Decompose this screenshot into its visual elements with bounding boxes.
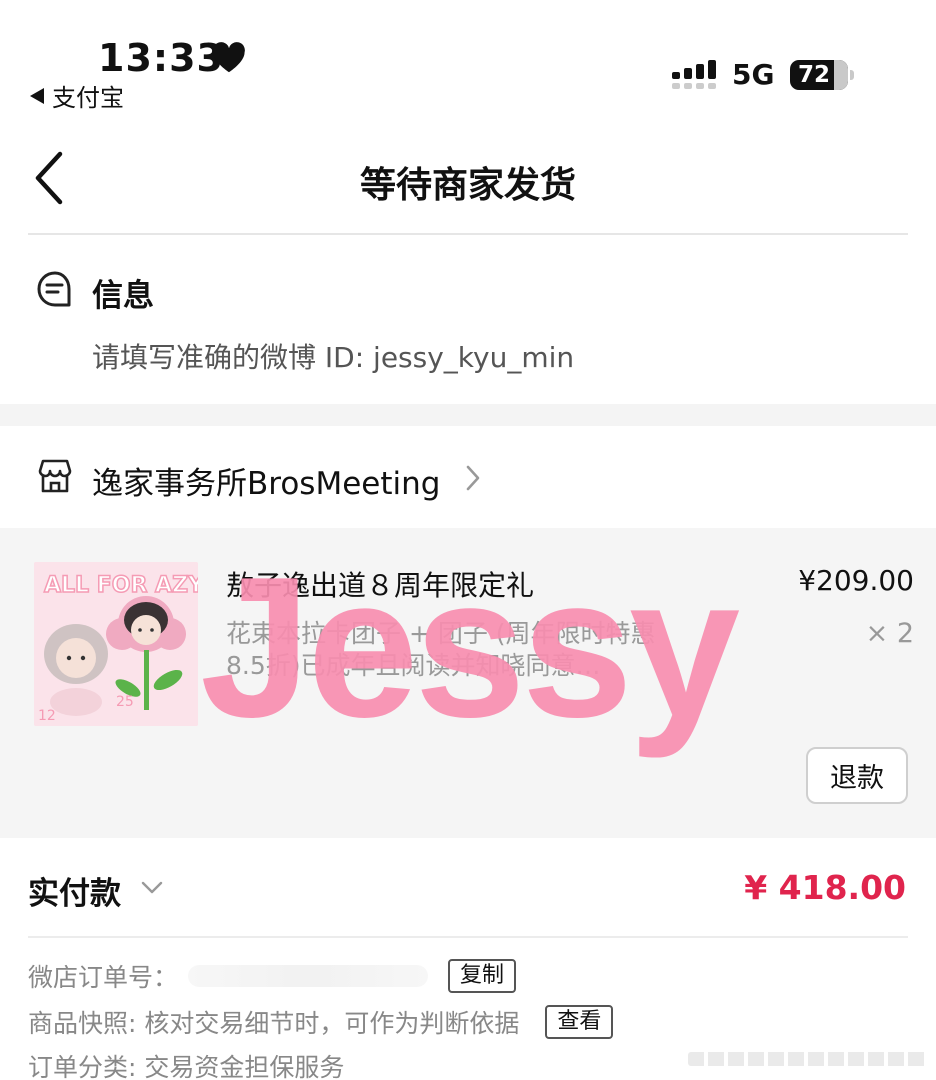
message-icon [37, 271, 71, 307]
product-description: 花束本拉卡团子 + 团子 (周年限时特惠8.5折)已成年且阅读并知晓同意… [226, 619, 656, 680]
thumb-number-left: 12 [38, 708, 56, 724]
product-thumbnail[interactable]: ALL FOR AZY 12 25 [34, 562, 198, 726]
nav-divider [28, 233, 908, 235]
product-price: ¥209.00 [798, 564, 914, 597]
order-category-row: 订单分类: 交易资金担保服务 [28, 1048, 344, 1080]
shop-row[interactable]: 逸家事务所BrosMeeting [0, 426, 936, 528]
payment-amount: ¥ 418.00 [744, 868, 906, 907]
payment-row[interactable]: 实付款 ¥ 418.00 [0, 838, 936, 938]
back-app-label: 支付宝 [52, 84, 124, 112]
order-number-row: 微店订单号： 复制 [28, 958, 517, 994]
signal-icon [672, 60, 716, 89]
shop-name: 逸家事务所BrosMeeting [92, 466, 441, 502]
thumb-number-right: 25 [116, 694, 134, 710]
status-bar: 13:33 支付宝 5G 72 [0, 0, 936, 120]
battery-empty-portion [834, 60, 848, 90]
product-image: ALL FOR AZY 12 25 [34, 562, 198, 726]
network-type: 5G [732, 58, 775, 91]
status-time: 13:33 [98, 36, 224, 80]
info-text: 请填写准确的微博 ID: jessy_kyu_min [92, 341, 575, 374]
back-to-app-link[interactable]: 支付宝 [30, 78, 124, 113]
info-title: 信息 [92, 278, 154, 314]
battery-nub [850, 70, 854, 80]
payment-divider [28, 936, 908, 938]
refund-button[interactable]: 退款 [806, 747, 908, 804]
snapshot-row: 商品快照: 核对交易细节时，可作为判断依据 查看 [28, 1004, 614, 1040]
nav-bar: 等待商家发货 [0, 122, 936, 234]
info-section: 信息 请填写准确的微博 ID: jessy_kyu_min [0, 236, 936, 404]
back-triangle-icon [30, 87, 44, 104]
thumb-top-text: ALL FOR AZY [44, 573, 198, 598]
chevron-down-icon[interactable] [140, 880, 164, 896]
product-card: ALL FOR AZY 12 25 敖子逸出道８周年限定礼 花束本拉卡团子 + … [0, 528, 936, 838]
payment-label: 实付款 [28, 876, 121, 912]
heart-icon [213, 42, 245, 73]
order-number-redacted [188, 965, 429, 987]
order-category-label: 订单分类: 交易资金担保服务 [28, 1053, 345, 1080]
snapshot-label: 商品快照: 核对交易细节时，可作为判断依据 [28, 1009, 520, 1038]
blurred-overlay [688, 1052, 928, 1066]
chevron-right-icon [466, 465, 480, 491]
section-gap [0, 404, 936, 426]
store-icon [38, 459, 72, 493]
order-number-label: 微店订单号： [28, 963, 179, 992]
product-quantity: × 2 [865, 618, 914, 649]
battery-indicator: 72 [790, 60, 848, 90]
copy-button[interactable]: 复制 [448, 959, 517, 993]
battery-level: 72 [798, 62, 831, 88]
page-title: 等待商家发货 [359, 165, 576, 206]
product-title[interactable]: 敖子逸出道８周年限定礼 [226, 564, 534, 604]
view-button[interactable]: 查看 [545, 1005, 614, 1039]
